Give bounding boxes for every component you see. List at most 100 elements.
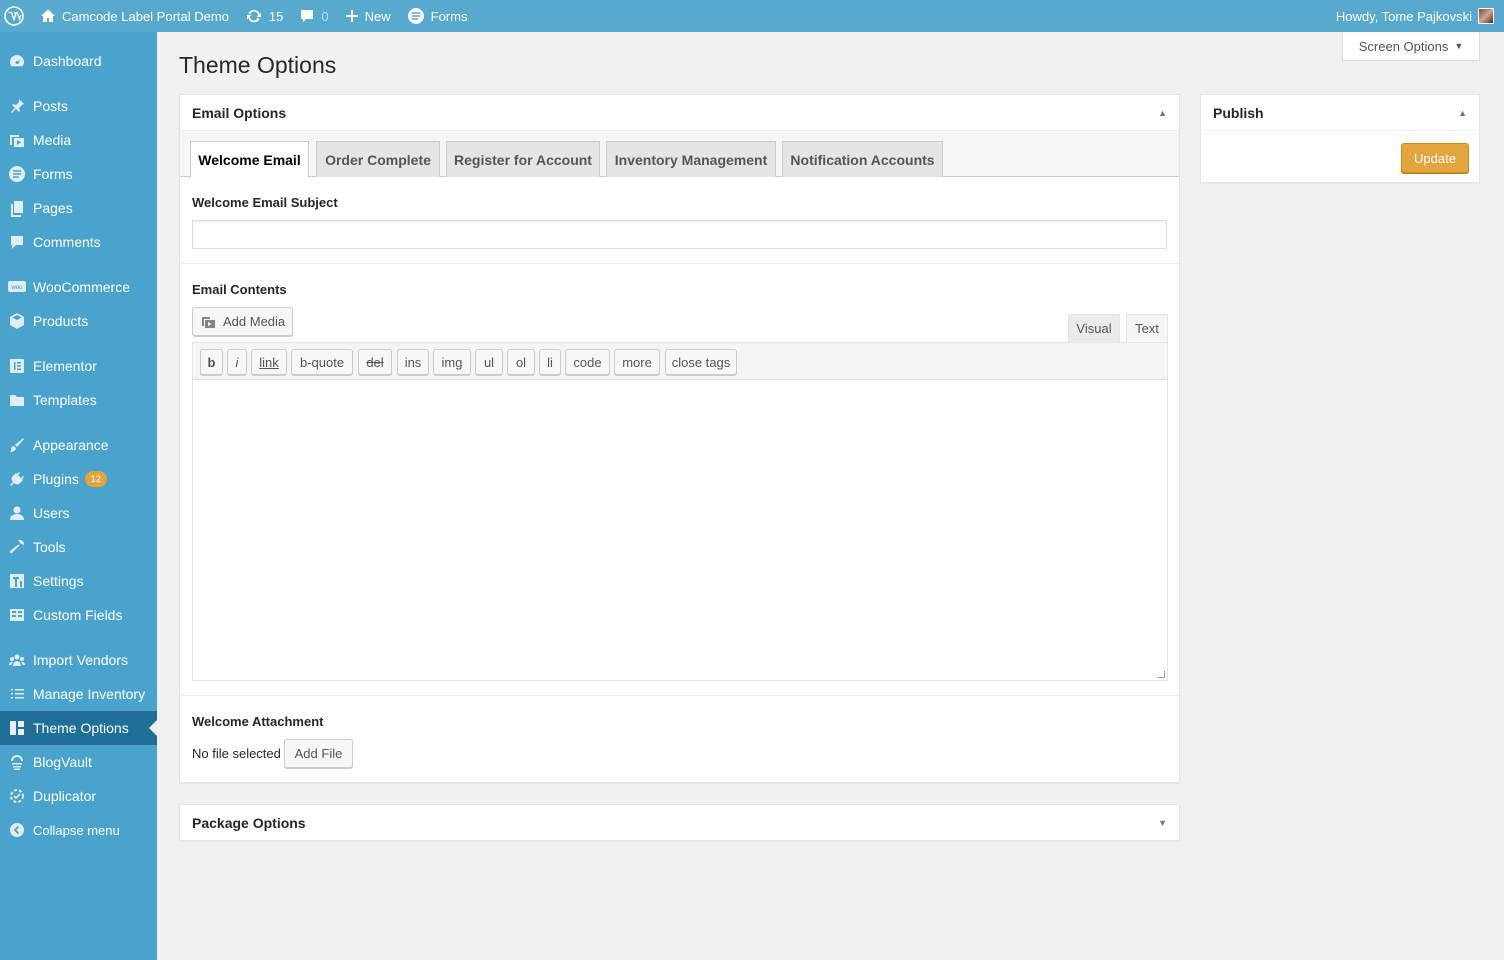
button-label: ins bbox=[404, 354, 422, 370]
tab-inventory-management[interactable]: Inventory Management bbox=[606, 141, 776, 177]
updates-icon bbox=[246, 9, 261, 23]
add-media-button[interactable]: Add Media bbox=[192, 307, 293, 336]
dashboard-icon bbox=[9, 55, 24, 67]
home-icon bbox=[41, 9, 55, 22]
sidebar-item-label: Templates bbox=[33, 392, 97, 408]
sidebar-item-manage-inventory[interactable]: Manage Inventory bbox=[0, 677, 157, 711]
sidebar-item-theme-options[interactable]: Theme Options bbox=[0, 711, 157, 745]
comments-menu[interactable]: 0 bbox=[291, 0, 336, 32]
email-options-header[interactable]: Email Options ▲ bbox=[180, 95, 1179, 131]
wp-logo-menu[interactable] bbox=[0, 0, 32, 32]
button-label: link bbox=[259, 354, 279, 370]
tab-order-complete[interactable]: Order Complete bbox=[316, 141, 440, 177]
sidebar-item-users[interactable]: Users bbox=[0, 496, 157, 530]
more-button[interactable]: more bbox=[614, 349, 660, 375]
add-file-button[interactable]: Add File bbox=[284, 739, 353, 768]
sidebar-item-label: Comments bbox=[33, 234, 101, 250]
duplicator-icon bbox=[9, 789, 24, 803]
update-label: Update bbox=[1414, 150, 1456, 166]
table-icon bbox=[9, 609, 24, 621]
collapse-arrow-up-icon[interactable]: ▲ bbox=[1458, 108, 1467, 118]
button-label: close tags bbox=[671, 354, 731, 370]
sidebar-item-label: Plugins bbox=[33, 471, 79, 487]
img-button[interactable]: img bbox=[433, 349, 471, 375]
package-options-header[interactable]: Package Options ▼ bbox=[180, 805, 1179, 841]
plugins-update-badge: 12 bbox=[84, 471, 107, 487]
button-label: li bbox=[547, 354, 553, 370]
tab-label: Notification Accounts bbox=[790, 151, 935, 168]
sidebar-item-elementor[interactable]: Elementor bbox=[0, 349, 157, 383]
sidebar-item-settings[interactable]: Settings bbox=[0, 564, 157, 598]
sidebar-item-duplicator[interactable]: Duplicator bbox=[0, 779, 157, 813]
button-label: more bbox=[622, 354, 652, 370]
sidebar-item-label: Theme Options bbox=[33, 720, 129, 736]
screen-options-label: Screen Options bbox=[1358, 38, 1449, 54]
tab-welcome-email[interactable]: Welcome Email bbox=[190, 141, 309, 178]
divider bbox=[180, 695, 1179, 696]
subject-input[interactable] bbox=[192, 220, 1167, 249]
sidebar-item-templates[interactable]: Templates bbox=[0, 383, 157, 417]
divider bbox=[180, 263, 1179, 264]
ol-button[interactable]: ol bbox=[507, 349, 535, 375]
publish-header[interactable]: Publish ▲ bbox=[1201, 95, 1479, 131]
collapse-menu-button[interactable]: Collapse menu bbox=[0, 813, 157, 847]
page-title: Theme Options bbox=[179, 52, 337, 78]
sidebar-item-label: Elementor bbox=[33, 358, 97, 374]
collapse-arrow-up-icon[interactable]: ▲ bbox=[1158, 108, 1167, 118]
updates-menu[interactable]: 15 bbox=[237, 0, 291, 32]
text-mode-tab[interactable]: Text bbox=[1126, 314, 1168, 342]
link-button[interactable]: link bbox=[251, 349, 287, 375]
file-status: No file selected bbox=[192, 746, 281, 761]
folder-icon bbox=[9, 395, 24, 406]
code-button[interactable]: code bbox=[565, 349, 610, 375]
updates-count: 15 bbox=[268, 8, 284, 24]
update-button[interactable]: Update bbox=[1401, 143, 1469, 173]
pages-icon bbox=[10, 201, 23, 217]
sidebar-item-forms[interactable]: Forms bbox=[0, 157, 157, 191]
tab-label: Order Complete bbox=[325, 151, 431, 168]
sidebar-item-custom-fields[interactable]: Custom Fields bbox=[0, 598, 157, 632]
sidebar-item-posts[interactable]: Posts bbox=[0, 89, 157, 123]
sidebar-item-plugins[interactable]: Plugins 12 bbox=[0, 462, 157, 496]
sidebar-item-import-vendors[interactable]: Import Vendors bbox=[0, 643, 157, 677]
sidebar-item-label: Tools bbox=[33, 539, 66, 555]
comments-icon bbox=[10, 236, 23, 249]
close-tags-button[interactable]: close tags bbox=[665, 349, 737, 375]
expand-arrow-down-icon[interactable]: ▼ bbox=[1158, 818, 1167, 828]
li-button[interactable]: li bbox=[539, 349, 561, 375]
visual-mode-tab[interactable]: Visual bbox=[1068, 314, 1120, 342]
ins-button[interactable]: ins bbox=[397, 349, 429, 375]
forms-label: Forms bbox=[430, 8, 468, 24]
new-content-menu[interactable]: New bbox=[337, 0, 399, 32]
del-button[interactable]: del bbox=[358, 349, 392, 375]
ul-button[interactable]: ul bbox=[475, 349, 503, 375]
sidebar-item-products[interactable]: Products bbox=[0, 304, 157, 338]
new-label: New bbox=[364, 8, 391, 24]
sidebar-item-woocommerce[interactable]: woo WooCommerce bbox=[0, 270, 157, 304]
bold-button[interactable]: b bbox=[200, 349, 223, 375]
sidebar-item-pages[interactable]: Pages bbox=[0, 191, 157, 225]
sidebar-item-label: Pages bbox=[33, 200, 73, 216]
sidebar-item-label: Media bbox=[33, 132, 72, 148]
account-menu[interactable]: Howdy, Tome Pajkovski bbox=[1328, 0, 1504, 32]
sidebar-item-comments[interactable]: Comments bbox=[0, 225, 157, 259]
sidebar-item-blogvault[interactable]: BlogVault bbox=[0, 745, 157, 779]
screen-options-button[interactable]: Screen Options ▼ bbox=[1342, 32, 1480, 61]
greeting: Howdy, Tome Pajkovski bbox=[1335, 8, 1472, 24]
sidebar-item-tools[interactable]: Tools bbox=[0, 530, 157, 564]
email-content-editor[interactable] bbox=[192, 379, 1168, 681]
blockquote-button[interactable]: b-quote bbox=[291, 349, 353, 375]
italic-button[interactable]: i bbox=[227, 349, 247, 375]
forms-menu[interactable]: Forms bbox=[399, 0, 476, 32]
settings-icon bbox=[9, 574, 24, 588]
sidebar-item-media[interactable]: Media bbox=[0, 123, 157, 157]
site-name-menu[interactable]: Camcode Label Portal Demo bbox=[32, 0, 237, 32]
add-media-label: Add Media bbox=[223, 314, 286, 329]
tab-register-for-account[interactable]: Register for Account bbox=[446, 141, 600, 177]
package-options-title: Package Options bbox=[192, 815, 306, 831]
tab-notification-accounts[interactable]: Notification Accounts bbox=[782, 141, 943, 177]
resize-handle[interactable] bbox=[1158, 671, 1165, 678]
sidebar-item-dashboard[interactable]: Dashboard bbox=[0, 44, 157, 78]
sidebar-item-appearance[interactable]: Appearance bbox=[0, 428, 157, 462]
package-options-box: Package Options ▼ bbox=[179, 804, 1180, 841]
